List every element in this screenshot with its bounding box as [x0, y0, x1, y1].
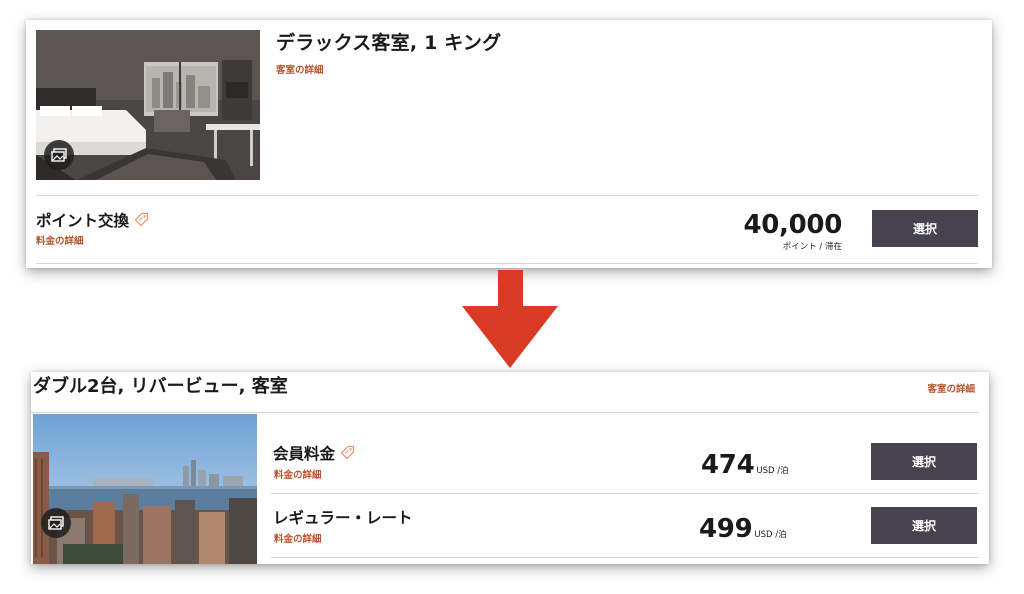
divider	[31, 412, 979, 413]
room-title: デラックス客室, 1 キング	[276, 32, 502, 54]
price-row-member: 474 USD /泊	[701, 450, 789, 480]
down-arrow-icon	[462, 270, 558, 368]
price-unit: ポイント / 滞在	[782, 242, 842, 252]
price-value: 499	[699, 514, 753, 544]
room-details-link[interactable]: 客室の詳細	[276, 62, 324, 76]
divider	[36, 195, 978, 196]
price-value: 474	[701, 450, 755, 480]
room-title: ダブル2台, リバービュー, 客室	[33, 376, 288, 397]
room-card-double-riverview: ダブル2台, リバービュー, 客室 客室の詳細 会員料金 料金の詳細 474 U…	[31, 372, 989, 564]
select-button[interactable]: 選択	[871, 443, 977, 480]
tag-icon[interactable]	[340, 445, 355, 464]
rate-details-link[interactable]: 料金の詳細	[36, 233, 84, 247]
rate-name: 会員料金	[273, 445, 336, 463]
tag-icon[interactable]	[134, 212, 149, 231]
gallery-icon[interactable]	[44, 140, 74, 170]
rate-row-points: ポイント交換	[36, 209, 149, 231]
select-button[interactable]: 選択	[872, 210, 978, 247]
price-row-regular: 499 USD /泊	[699, 514, 787, 544]
price-value: 40,000	[743, 210, 842, 240]
rate-row-member: 会員料金	[273, 442, 355, 464]
room-photo-image	[33, 414, 257, 564]
rate-name: レギュラー・レート	[273, 509, 413, 527]
price-unit: USD /泊	[754, 530, 787, 540]
rate-details-link[interactable]: 料金の詳細	[274, 531, 322, 545]
price-unit: USD /泊	[756, 466, 789, 476]
rate-row-regular: レギュラー・レート	[273, 506, 413, 528]
rate-details-link[interactable]: 料金の詳細	[274, 467, 322, 481]
screenshot-canvas: デラックス客室, 1 キング 客室の詳細 ポイント交換 料金の詳細 40,000…	[0, 0, 1024, 594]
rate-name: ポイント交換	[36, 212, 130, 230]
room-photo[interactable]	[36, 30, 260, 180]
room-photo[interactable]	[33, 414, 257, 564]
divider	[271, 493, 979, 494]
divider	[271, 557, 979, 558]
room-card-deluxe: デラックス客室, 1 キング 客室の詳細 ポイント交換 料金の詳細 40,000…	[26, 20, 992, 268]
room-details-link[interactable]: 客室の詳細	[927, 381, 975, 395]
select-button[interactable]: 選択	[871, 507, 977, 544]
divider	[36, 263, 978, 264]
gallery-icon[interactable]	[41, 508, 71, 538]
